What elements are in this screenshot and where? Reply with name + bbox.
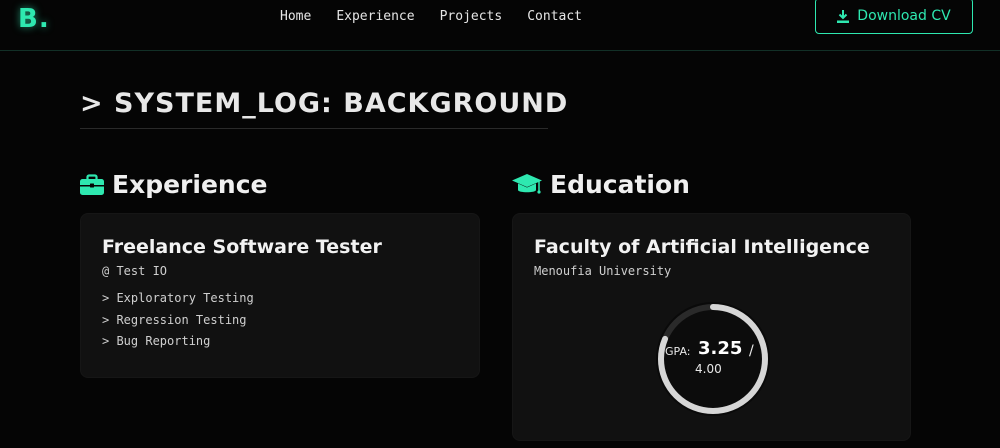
list-item: > Bug Reporting <box>102 334 211 348</box>
section-title: > SYSTEM_LOG: BACKGROUND <box>80 88 569 119</box>
gpa-max: 4.00 <box>695 362 722 376</box>
skill-list: > Exploratory Testing > Regression Testi… <box>102 291 254 356</box>
gpa-value: 3.25 <box>698 338 743 359</box>
title-divider <box>80 128 548 129</box>
degree-title: Faculty of Artificial Intelligence <box>534 236 870 258</box>
download-cv-button[interactable]: Download CV <box>815 0 973 34</box>
nav-link-projects[interactable]: Projects <box>440 9 503 24</box>
gpa-gauge: GPA: 3.25 / 4.00 <box>653 299 773 419</box>
gpa-separator: / <box>749 343 754 359</box>
graduation-cap-icon <box>512 173 542 194</box>
experience-heading: Experience <box>80 170 267 199</box>
navbar: B. Home Experience Projects Contact Down… <box>0 0 1000 51</box>
experience-heading-label: Experience <box>112 170 268 199</box>
nav-link-home[interactable]: Home <box>280 9 311 24</box>
education-heading: Education <box>512 170 690 199</box>
experience-card: Freelance Software Tester @ Test IO > Ex… <box>80 213 480 378</box>
logo[interactable]: B. <box>18 4 50 34</box>
nav-link-experience[interactable]: Experience <box>336 9 414 24</box>
nav-links: Home Experience Projects Contact <box>280 9 607 24</box>
download-icon <box>837 9 850 23</box>
gpa-label: GPA: <box>665 345 691 358</box>
education-card: Faculty of Artificial Intelligence Menou… <box>512 213 911 441</box>
education-heading-label: Education <box>550 170 690 199</box>
company-name: @ Test IO <box>102 264 168 278</box>
university-name: Menoufia University <box>534 264 672 278</box>
briefcase-icon <box>80 173 104 195</box>
job-title: Freelance Software Tester <box>102 236 382 258</box>
download-cv-label: Download CV <box>857 8 951 24</box>
nav-link-contact[interactable]: Contact <box>527 9 582 24</box>
list-item: > Regression Testing <box>102 312 247 327</box>
list-item: > Exploratory Testing <box>102 291 254 305</box>
gpa-ring <box>656 302 770 416</box>
